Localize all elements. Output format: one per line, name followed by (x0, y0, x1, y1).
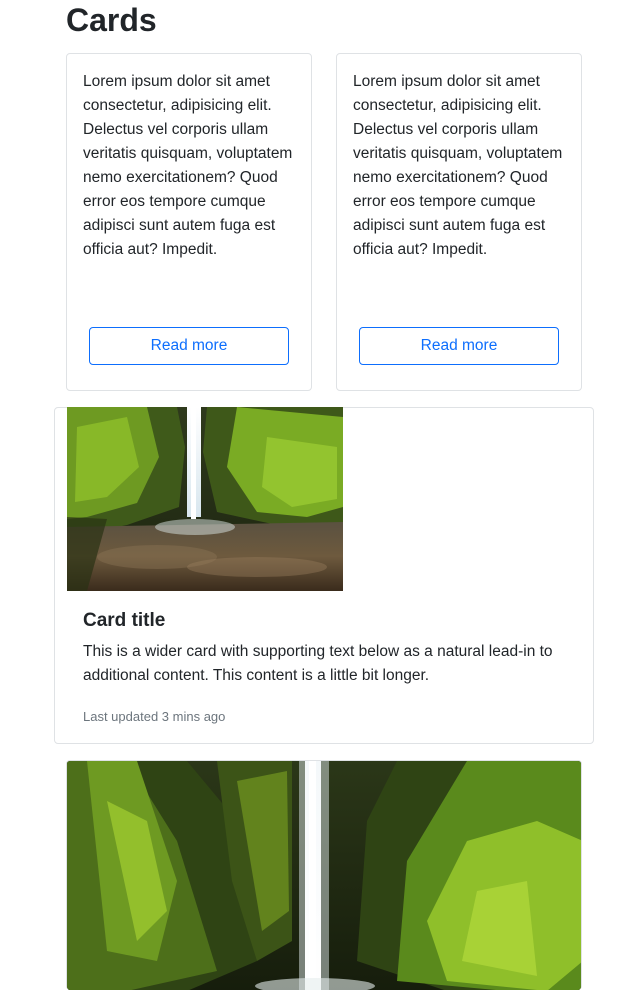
card-title: Card title (83, 610, 166, 631)
text-card: Lorem ipsum dolor sit amet consectetur, … (66, 53, 312, 391)
text-card: Lorem ipsum dolor sit amet consectetur, … (336, 53, 582, 391)
page-title: Cards (66, 2, 157, 38)
image-card (66, 760, 582, 990)
waterfall-image (67, 761, 581, 990)
waterfall-image (67, 407, 343, 591)
wide-card: Card title This is a wider card with sup… (54, 407, 594, 744)
card-text: Lorem ipsum dolor sit amet consectetur, … (353, 73, 563, 258)
read-more-button[interactable]: Read more (359, 327, 559, 365)
card-text: This is a wider card with supporting tex… (83, 643, 553, 684)
read-more-button[interactable]: Read more (89, 327, 289, 365)
last-updated-text: Last updated 3 mins ago (83, 709, 226, 724)
card-text: Lorem ipsum dolor sit amet consectetur, … (83, 73, 293, 258)
